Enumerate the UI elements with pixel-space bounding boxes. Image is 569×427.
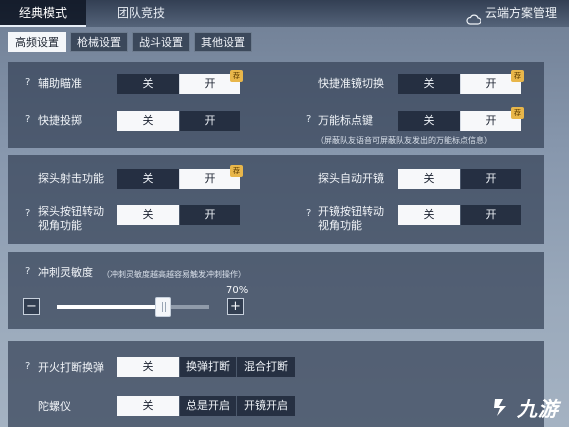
top-bar: 经典模式 团队竞技 云端方案管理: [0, 0, 569, 27]
scope-button-view-label-line2: 视角功能: [318, 219, 362, 232]
quick-scope-on-label: 开: [485, 77, 497, 90]
tab-other[interactable]: 其他设置: [194, 32, 252, 52]
peek-button-view-toggle: 关 开: [117, 205, 240, 225]
universal-marker-label: 万能标点键: [318, 114, 373, 127]
help-icon[interactable]: ?: [25, 114, 33, 125]
recommend-badge: 荐: [511, 107, 524, 119]
gyroscope-off[interactable]: 关: [117, 396, 179, 416]
universal-marker-on-label: 开: [485, 114, 497, 127]
scope-button-view-off[interactable]: 关: [398, 205, 460, 225]
quick-throw-off[interactable]: 关: [117, 111, 179, 131]
section-sprint-panel: [8, 252, 544, 329]
quick-throw-toggle: 关 开: [117, 111, 240, 131]
help-icon[interactable]: ?: [25, 361, 33, 372]
help-icon[interactable]: ?: [306, 208, 314, 219]
gyroscope-label: 陀螺仪: [38, 400, 71, 413]
aim-assist-off[interactable]: 关: [117, 74, 179, 94]
peek-auto-scope-toggle: 关 开: [398, 169, 521, 189]
gyroscope-select: 关 总是开启 开镜开启: [117, 396, 295, 416]
help-icon[interactable]: ?: [306, 114, 314, 125]
peek-auto-scope-on[interactable]: 开: [460, 169, 521, 189]
peek-fire-off[interactable]: 关: [117, 169, 179, 189]
watermark: 九游: [489, 393, 559, 421]
universal-marker-off[interactable]: 关: [398, 111, 460, 131]
gyroscope-always-on[interactable]: 总是开启: [179, 396, 236, 416]
quick-scope-label: 快捷准镜切换: [318, 77, 384, 90]
sprint-sensitivity-label: 冲刺灵敏度: [38, 266, 93, 279]
watermark-text: 九游: [517, 396, 559, 421]
universal-marker-on[interactable]: 开荐: [460, 107, 524, 131]
aim-assist-toggle: 关 开荐: [117, 70, 243, 94]
peek-button-view-label-line1: 探头按钮转动: [38, 205, 104, 218]
quick-scope-off[interactable]: 关: [398, 74, 460, 94]
quick-throw-label: 快捷投掷: [38, 114, 82, 127]
tab-classic-mode[interactable]: 经典模式: [0, 0, 86, 27]
aim-assist-label: 辅助瞄准: [38, 77, 82, 90]
help-icon[interactable]: ?: [25, 266, 33, 277]
recommend-badge: 荐: [511, 70, 524, 82]
fire-reload-select: 关 换弹打断 混合打断: [117, 357, 295, 377]
gyroscope-scope-on[interactable]: 开镜开启: [236, 396, 295, 416]
sub-tab-bar: 高频设置 枪械设置 战斗设置 其他设置: [8, 32, 252, 52]
tab-team-deathmatch[interactable]: 团队竞技: [104, 0, 178, 27]
peek-button-view-label-line2: 视角功能: [38, 219, 82, 232]
peek-auto-scope-label: 探头自动开镜: [318, 172, 384, 185]
fire-reload-label: 开火打断换弹: [38, 361, 104, 374]
sprint-sensitivity-note: （冲刺灵敏度越高越容易触发冲刺操作）: [102, 270, 246, 279]
cloud-icon: [466, 8, 482, 25]
recommend-badge: 荐: [230, 165, 243, 177]
scope-button-view-label-line1: 开镜按钮转动: [318, 205, 384, 218]
peek-fire-label: 探头射击功能: [38, 172, 104, 185]
help-icon[interactable]: ?: [25, 208, 33, 219]
peek-button-view-on[interactable]: 开: [179, 205, 240, 225]
tab-high-frequency[interactable]: 高频设置: [8, 32, 66, 52]
quick-throw-on[interactable]: 开: [179, 111, 240, 131]
fire-reload-off[interactable]: 关: [117, 357, 179, 377]
peek-fire-toggle: 关 开荐: [117, 165, 243, 189]
peek-auto-scope-off[interactable]: 关: [398, 169, 460, 189]
slider-thumb[interactable]: [155, 297, 172, 317]
watermark-logo-icon: [494, 399, 506, 416]
recommend-badge: 荐: [230, 70, 243, 82]
universal-marker-toggle: 关 开荐: [398, 107, 524, 131]
fire-reload-reload-interrupt[interactable]: 换弹打断: [179, 357, 236, 377]
slider-fill: [57, 305, 164, 309]
decrease-button[interactable]: −: [23, 298, 40, 315]
cloud-plan-button[interactable]: 云端方案管理: [466, 0, 557, 27]
peek-fire-on-label: 开: [204, 172, 216, 185]
aim-assist-on[interactable]: 开荐: [179, 70, 243, 94]
help-icon[interactable]: ?: [25, 77, 33, 88]
quick-scope-on[interactable]: 开荐: [460, 70, 524, 94]
scope-button-view-toggle: 关 开: [398, 205, 521, 225]
peek-button-view-off[interactable]: 关: [117, 205, 179, 225]
cloud-plan-label: 云端方案管理: [484, 6, 557, 20]
aim-assist-on-label: 开: [204, 77, 216, 90]
quick-scope-toggle: 关 开荐: [398, 70, 524, 94]
tab-combat[interactable]: 战斗设置: [132, 32, 190, 52]
increase-button[interactable]: +: [227, 298, 244, 315]
sprint-sensitivity-value: 70%: [226, 285, 249, 296]
marker-note: （屏蔽队友语音可屏蔽队友发出的万能标点信息）: [316, 136, 492, 145]
tab-weapon[interactable]: 枪械设置: [70, 32, 128, 52]
scope-button-view-on[interactable]: 开: [460, 205, 521, 225]
fire-reload-mixed-interrupt[interactable]: 混合打断: [236, 357, 295, 377]
peek-fire-on[interactable]: 开荐: [179, 165, 243, 189]
